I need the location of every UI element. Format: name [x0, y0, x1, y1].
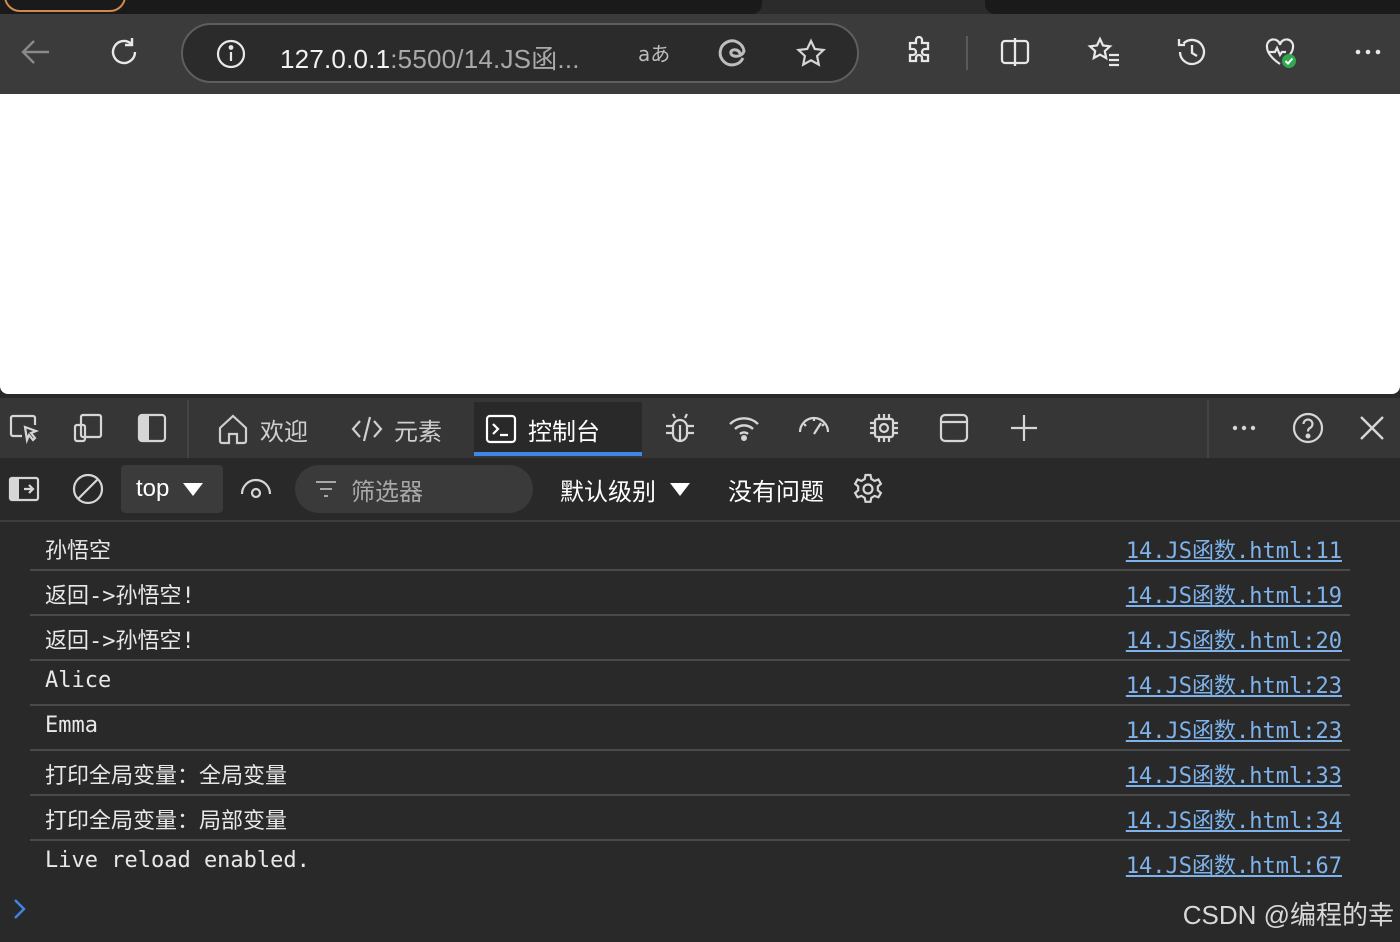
- console-message-text: 返回->孙悟空!: [45, 629, 195, 654]
- watermark: CSDN @编程的幸: [1182, 900, 1394, 930]
- chevron-down-icon: [670, 482, 690, 496]
- console-icon: [485, 414, 517, 444]
- source-link[interactable]: 14.JS函数.html:33: [1126, 758, 1342, 790]
- context-selector-value: top: [136, 475, 170, 502]
- devtools-panel: 欢迎 元素 控制台 top 筛选器 默认级别 没有问题 孙悟空 14.JS函数.…: [0, 398, 1400, 942]
- back-arrow-icon[interactable]: [18, 34, 54, 70]
- star-icon[interactable]: [793, 36, 829, 72]
- tab-strip: [0, 0, 1400, 14]
- browser-toolbar: 127.0.0.1:5500/14.JS函... aあ: [0, 14, 1400, 94]
- context-selector[interactable]: top: [121, 465, 223, 513]
- help-icon[interactable]: [1290, 410, 1326, 446]
- close-devtools-icon[interactable]: [1354, 410, 1390, 446]
- console-message-text: Emma: [45, 713, 98, 738]
- tab-favicon: [4, 0, 126, 12]
- source-link[interactable]: 14.JS函数.html:67: [1126, 848, 1342, 880]
- bug-icon[interactable]: [662, 410, 698, 446]
- console-message-row: Alice 14.JS函数.html:23: [30, 662, 1350, 706]
- clear-console-icon[interactable]: [70, 471, 106, 507]
- active-tab-indicator: [474, 452, 642, 456]
- console-message-row: Emma 14.JS函数.html:23: [30, 707, 1350, 751]
- filter-placeholder: 筛选器: [351, 477, 423, 506]
- console-message-text: 打印全局变量：局部变量: [45, 809, 288, 834]
- tab-elements[interactable]: 元素: [340, 402, 452, 456]
- url-path: :5500/14.JS函...: [390, 44, 580, 74]
- favorites-icon[interactable]: [1086, 34, 1122, 70]
- url-host: 127.0.0.1: [280, 44, 391, 74]
- console-message-row: 打印全局变量：全局变量 14.JS函数.html:33: [30, 752, 1350, 796]
- code-icon: [351, 416, 383, 442]
- source-link[interactable]: 14.JS函数.html:11: [1126, 533, 1342, 565]
- tab-elements-label: 元素: [394, 417, 442, 446]
- source-link[interactable]: 14.JS函数.html:23: [1126, 713, 1342, 745]
- console-message-row: 孙悟空 14.JS函数.html:11: [30, 527, 1350, 571]
- performance-gauge-icon[interactable]: [796, 410, 832, 446]
- inactive-tab[interactable]: [985, 0, 1400, 14]
- active-tab[interactable]: [0, 0, 762, 14]
- devtools-tab-bar: 欢迎 元素 控制台: [0, 398, 1400, 458]
- console-message-text: Live reload enabled.: [45, 848, 310, 873]
- console-message-row: 返回->孙悟空! 14.JS函数.html:19: [30, 572, 1350, 616]
- info-icon[interactable]: [213, 36, 249, 72]
- console-message-text: Alice: [45, 668, 112, 693]
- tab-separator: [187, 400, 189, 458]
- edge-icon[interactable]: [714, 36, 750, 72]
- read-aloud-icon[interactable]: aあ: [635, 36, 671, 72]
- add-tab-icon[interactable]: [1006, 410, 1042, 446]
- console-prompt-chevron-icon[interactable]: [10, 894, 30, 924]
- console-message-text: 孙悟空: [45, 539, 112, 564]
- memory-chip-icon[interactable]: [866, 410, 902, 446]
- tab-console[interactable]: 控制台: [474, 402, 642, 456]
- refresh-icon[interactable]: [106, 34, 142, 70]
- console-message-row: 打印全局变量：局部变量 14.JS函数.html:34: [30, 797, 1350, 841]
- source-link[interactable]: 14.JS函数.html:20: [1126, 623, 1342, 655]
- console-message-text: 打印全局变量：全局变量: [45, 764, 288, 789]
- url-text[interactable]: 127.0.0.1:5500/14.JS函...: [280, 39, 580, 76]
- tab-separator: [1207, 400, 1209, 458]
- inspect-element-icon[interactable]: [6, 410, 42, 446]
- more-tools-icon[interactable]: [1226, 410, 1262, 446]
- log-level-selector[interactable]: 默认级别: [560, 465, 690, 513]
- tab-console-label: 控制台: [528, 417, 600, 446]
- source-link[interactable]: 14.JS函数.html:34: [1126, 803, 1342, 835]
- browser-essentials-icon[interactable]: [1262, 34, 1298, 70]
- address-bar[interactable]: 127.0.0.1:5500/14.JS函... aあ: [181, 23, 859, 83]
- split-screen-icon[interactable]: [997, 34, 1033, 70]
- application-panel-icon[interactable]: [936, 410, 972, 446]
- dock-side-icon[interactable]: [134, 410, 170, 446]
- source-link[interactable]: 14.JS函数.html:19: [1126, 578, 1342, 610]
- console-settings-gear-icon[interactable]: [850, 471, 886, 507]
- extensions-icon[interactable]: [901, 34, 937, 70]
- more-icon[interactable]: [1350, 34, 1386, 70]
- issues-label: 没有问题: [728, 477, 824, 506]
- page-viewport: [0, 94, 1400, 394]
- log-level-value: 默认级别: [560, 477, 656, 506]
- issues-counter[interactable]: 没有问题: [728, 465, 824, 513]
- device-emulation-icon[interactable]: [70, 410, 106, 446]
- history-icon[interactable]: [1174, 34, 1210, 70]
- live-expression-eye-icon[interactable]: [238, 471, 274, 507]
- console-toolbar: top 筛选器 默认级别 没有问题: [0, 458, 1400, 522]
- svg-text:aあ: aあ: [638, 42, 669, 66]
- source-link[interactable]: 14.JS函数.html:23: [1126, 668, 1342, 700]
- home-icon: [218, 414, 248, 445]
- console-message-row: Live reload enabled. 14.JS函数.html:67: [30, 842, 1350, 886]
- filter-icon: [316, 481, 336, 497]
- console-message-text: 返回->孙悟空!: [45, 584, 195, 609]
- show-sidebar-icon[interactable]: [6, 471, 42, 507]
- tab-welcome-label: 欢迎: [260, 417, 308, 446]
- network-wifi-icon[interactable]: [726, 410, 762, 446]
- tab-welcome[interactable]: 欢迎: [206, 402, 318, 456]
- toolbar-divider: [966, 36, 968, 70]
- chevron-down-icon: [183, 482, 204, 496]
- filter-input[interactable]: 筛选器: [295, 465, 533, 513]
- console-log: 孙悟空 14.JS函数.html:11 返回->孙悟空! 14.JS函数.htm…: [0, 522, 1400, 942]
- console-message-row: 返回->孙悟空! 14.JS函数.html:20: [30, 617, 1350, 661]
